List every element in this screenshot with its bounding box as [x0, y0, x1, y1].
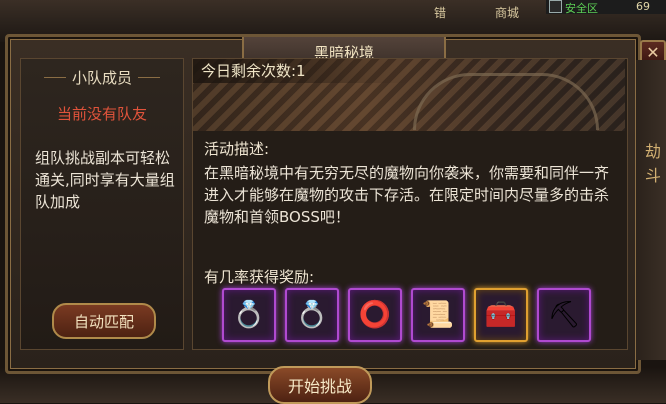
- reward-list: 💍 💍 ⭕ 📜 🧰 ⛏: [222, 288, 622, 344]
- reward-slot[interactable]: 💍: [285, 288, 339, 342]
- team-header: 小队成员: [21, 59, 183, 95]
- team-description: 组队挑战副本可轻松通关,同时享有大量组队加成: [35, 149, 175, 211]
- description-title: 活动描述:: [204, 140, 270, 158]
- safe-zone-label: 安全区: [565, 2, 598, 15]
- right-side-strip: [636, 60, 666, 360]
- gem-ring-icon: 💍: [232, 300, 266, 330]
- side-glyph[interactable]: 劫斗: [643, 140, 663, 188]
- auto-match-button[interactable]: 自动匹配: [52, 303, 156, 339]
- ruby-ring-icon: 💍: [295, 300, 329, 330]
- ore-icon: ⛏: [547, 300, 581, 330]
- shop-button[interactable]: 商城: [495, 4, 519, 21]
- reward-slot[interactable]: 🧰: [474, 288, 528, 342]
- level-label: 69: [636, 0, 650, 13]
- reward-slot[interactable]: 📜: [411, 288, 465, 342]
- jade-ring-icon: ⭕: [358, 300, 392, 330]
- remaining-count: 今日剩余次数:1: [193, 59, 409, 83]
- reward-slot[interactable]: ⭕: [348, 288, 402, 342]
- reward-title: 有几率获得奖励:: [204, 268, 315, 286]
- hud-badge-left[interactable]: 错: [434, 4, 446, 21]
- scroll-icon: 📜: [421, 300, 455, 330]
- reward-slot[interactable]: ⛏: [537, 288, 591, 342]
- team-panel: 小队成员 当前没有队友 组队挑战副本可轻松通关,同时享有大量组队加成 自动匹配: [20, 58, 184, 350]
- treasure-chest-icon: 🧰: [484, 300, 518, 330]
- hud-checkbox[interactable]: [549, 0, 562, 13]
- description-body: 在黑暗秘境中有无穷无尽的魔物向你袭来，你需要和同伴一齐进入才能够在魔物的攻击下存…: [204, 164, 610, 226]
- gate-illustration: [413, 73, 599, 130]
- start-challenge-button[interactable]: 开始挑战: [268, 366, 372, 404]
- reward-slot[interactable]: 💍: [222, 288, 276, 342]
- no-team-status: 当前没有队友: [56, 105, 147, 123]
